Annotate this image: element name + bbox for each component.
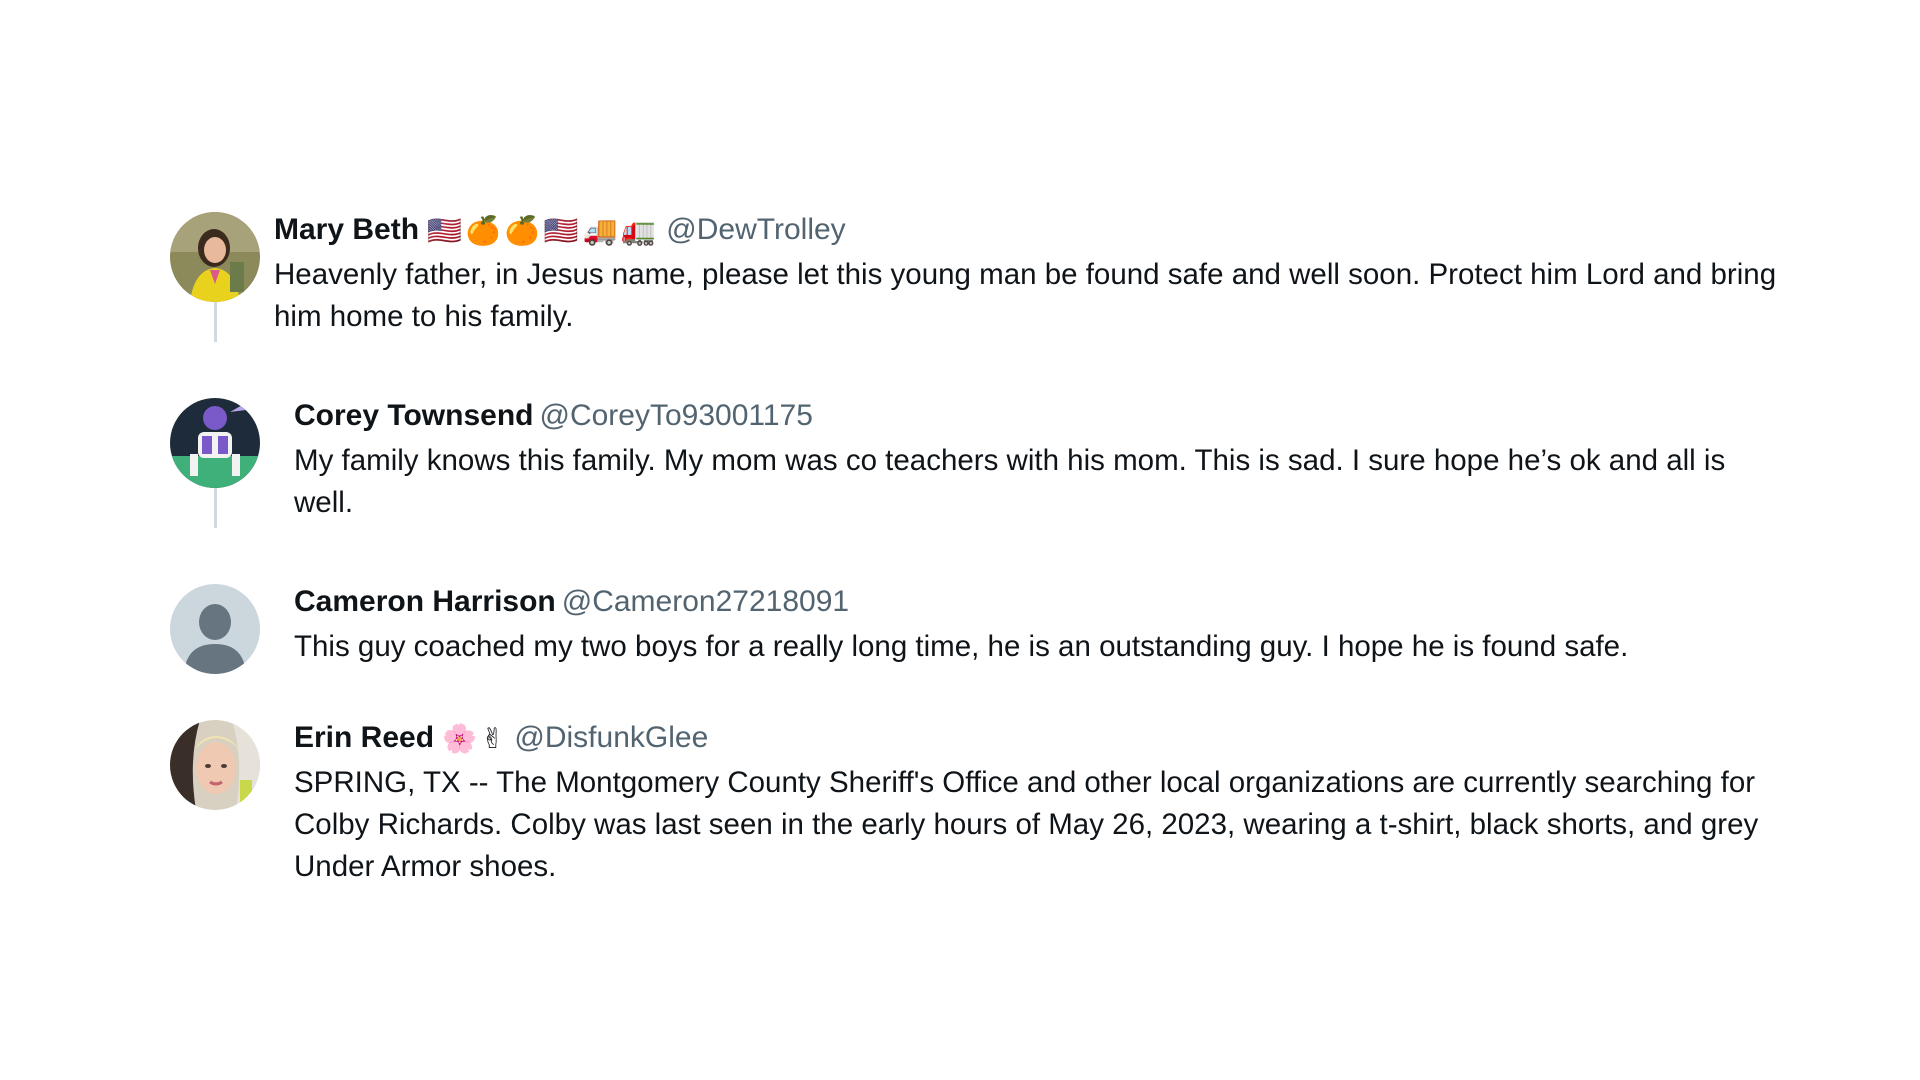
us-flag-emoji: 🇺🇸 bbox=[543, 213, 579, 247]
tweet-text: Heavenly father, in Jesus name, please l… bbox=[274, 258, 1777, 333]
tweet[interactable]: Corey Townsend @CoreyTo93001175 My famil… bbox=[170, 396, 1780, 582]
tweet-text: This guy coached my two boys for a reall… bbox=[294, 630, 1629, 663]
tweet-text: My family knows this family. My mom was … bbox=[294, 444, 1726, 519]
tweet[interactable]: Cameron Harrison @Cameron27218091 This g… bbox=[170, 582, 1780, 718]
name-emojis: 🇺🇸 🍊 🍊 🇺🇸 🚚 🚛 bbox=[427, 214, 660, 247]
user-handle[interactable]: @DewTrolley bbox=[666, 213, 845, 247]
tweet-header: Cameron Harrison @Cameron27218091 bbox=[294, 582, 1780, 622]
tweet[interactable]: Erin Reed 🌸 ✌ @DisfunkGlee SPRING, TX --… bbox=[170, 718, 1780, 888]
display-name[interactable]: Cameron Harrison bbox=[294, 585, 556, 619]
user-handle[interactable]: @Cameron27218091 bbox=[562, 585, 849, 619]
us-flag-emoji: 🇺🇸 bbox=[427, 213, 462, 247]
tweet[interactable]: Mary Beth 🇺🇸 🍊 🍊 🇺🇸 🚚 🚛 @DewTrolley Heav… bbox=[170, 210, 1780, 396]
cherry-blossom-emoji: 🌸 bbox=[442, 721, 477, 755]
thread-connector bbox=[214, 488, 217, 528]
tweet-header: Mary Beth 🇺🇸 🍊 🍊 🇺🇸 🚚 🚛 @DewTrolley bbox=[274, 210, 1780, 250]
tweet-header: Erin Reed 🌸 ✌ @DisfunkGlee bbox=[294, 718, 1780, 758]
tweet-header: Corey Townsend @CoreyTo93001175 bbox=[294, 396, 1780, 436]
avatar-rail bbox=[170, 396, 262, 528]
display-name[interactable]: Corey Townsend bbox=[294, 399, 533, 433]
articulated-lorry-emoji: 🚛 bbox=[621, 213, 657, 247]
display-name[interactable]: Mary Beth bbox=[274, 213, 419, 247]
default-avatar-icon bbox=[170, 584, 260, 674]
avatar-image bbox=[170, 720, 260, 810]
avatar[interactable] bbox=[170, 212, 260, 302]
avatar-image bbox=[170, 212, 260, 302]
thread-connector bbox=[214, 302, 217, 342]
user-handle[interactable]: @CoreyTo93001175 bbox=[539, 399, 812, 433]
avatar-rail bbox=[170, 210, 262, 342]
tweet-text: SPRING, TX -- The Montgomery County Sher… bbox=[294, 766, 1759, 883]
name-emojis: 🌸 ✌ bbox=[442, 722, 508, 755]
tweet-content: Mary Beth 🇺🇸 🍊 🍊 🇺🇸 🚚 🚛 @DewTrolley Heav… bbox=[262, 210, 1780, 338]
delivery-truck-emoji: 🚚 bbox=[582, 213, 618, 247]
victory-hand-emoji: ✌ bbox=[480, 721, 505, 755]
display-name[interactable]: Erin Reed bbox=[294, 721, 434, 755]
tweet-content: Erin Reed 🌸 ✌ @DisfunkGlee SPRING, TX --… bbox=[262, 718, 1780, 888]
tweet-content: Cameron Harrison @Cameron27218091 This g… bbox=[262, 582, 1780, 668]
avatar[interactable] bbox=[170, 720, 260, 810]
reply-thread: Mary Beth 🇺🇸 🍊 🍊 🇺🇸 🚚 🚛 @DewTrolley Heav… bbox=[170, 210, 1780, 888]
avatar-rail bbox=[170, 718, 262, 888]
avatar[interactable] bbox=[170, 584, 260, 674]
avatar[interactable] bbox=[170, 398, 260, 488]
tangerine-emoji: 🍊 bbox=[465, 213, 501, 247]
avatar-rail bbox=[170, 582, 262, 674]
avatar-image bbox=[170, 398, 260, 488]
tangerine-emoji: 🍊 bbox=[504, 213, 540, 247]
tweet-content: Corey Townsend @CoreyTo93001175 My famil… bbox=[262, 396, 1780, 524]
user-handle[interactable]: @DisfunkGlee bbox=[514, 721, 708, 755]
